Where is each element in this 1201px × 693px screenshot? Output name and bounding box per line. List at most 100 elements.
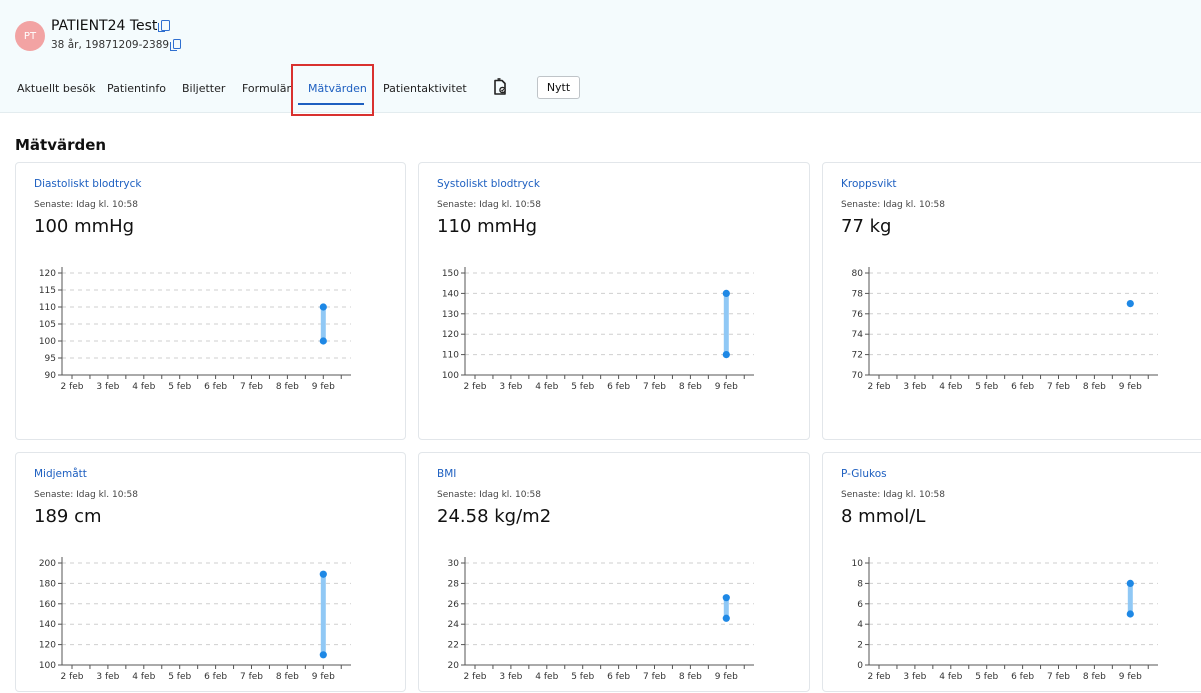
- y-tick-label: 110: [39, 303, 56, 313]
- x-tick-label: 4 feb: [535, 382, 558, 392]
- x-tick-label: 6 feb: [204, 382, 227, 392]
- measurement-card-waist: Midjemått Senaste: Idag kl. 10:58 189 cm…: [15, 452, 406, 692]
- x-tick-label: 3 feb: [903, 382, 926, 392]
- y-tick-label: 140: [39, 620, 56, 630]
- y-tick-label: 30: [448, 559, 460, 569]
- measurement-card-bmi: BMI Senaste: Idag kl. 10:58 24.58 kg/m2 …: [418, 452, 810, 692]
- data-point: [319, 651, 327, 659]
- y-tick-label: 180: [39, 579, 56, 589]
- x-tick-label: 3 feb: [499, 382, 522, 392]
- y-tick-label: 115: [39, 286, 56, 296]
- measurement-card-systolic: Systoliskt blodtryck Senaste: Idag kl. 1…: [418, 162, 810, 440]
- y-tick-label: 20: [448, 661, 460, 671]
- x-tick-label: 9 feb: [715, 382, 738, 392]
- data-point: [1126, 579, 1134, 587]
- y-tick-label: 95: [45, 354, 56, 364]
- y-tick-label: 120: [39, 269, 56, 279]
- page-title: Mätvärden: [15, 136, 107, 154]
- y-tick-label: 10: [852, 559, 864, 569]
- data-point: [319, 570, 327, 578]
- x-tick-label: 9 feb: [1119, 382, 1142, 392]
- y-tick-label: 8: [857, 579, 863, 589]
- tab-patientinfo[interactable]: Patientinfo: [107, 82, 166, 95]
- y-tick-label: 28: [448, 579, 460, 589]
- measurement-chart: 90 95 100 105 110 115 120 2 feb 3 feb 4 feb 5 feb 6…: [39, 267, 351, 392]
- x-tick-label: 9 feb: [312, 382, 335, 392]
- x-tick-label: 7 feb: [643, 382, 666, 392]
- x-tick-label: 8 feb: [1083, 382, 1106, 392]
- measurement-chart: 2022242628302 feb 3 feb 4 feb 5 feb 6 feb 7 f…: [448, 557, 754, 682]
- y-tick-label: 150: [442, 269, 459, 279]
- x-tick-label: 2 feb: [60, 382, 83, 392]
- data-point: [319, 337, 327, 345]
- y-tick-label: 22: [448, 641, 459, 651]
- x-tick-label: 7 feb: [1047, 382, 1070, 392]
- copy-icon[interactable]: [158, 20, 171, 32]
- y-tick-label: 100: [39, 337, 56, 347]
- x-tick-label: 8 feb: [679, 382, 702, 392]
- y-tick-label: 80: [852, 269, 864, 279]
- x-tick-label: 2 feb: [867, 382, 890, 392]
- y-tick-label: 140: [442, 289, 459, 299]
- y-tick-label: 6: [857, 600, 863, 610]
- tab-aktuellt-besok[interactable]: Aktuellt besök: [17, 82, 95, 95]
- measurement-card-diastolic: Diastoliskt blodtryck Senaste: Idag kl. …: [15, 162, 406, 440]
- tab-patientaktivitet[interactable]: Patientaktivitet: [383, 82, 467, 95]
- x-tick-label: 5 feb: [975, 382, 998, 392]
- y-tick-label: 160: [39, 600, 56, 610]
- y-tick-label: 72: [852, 351, 863, 361]
- y-tick-label: 24: [448, 620, 460, 630]
- measurement-card-weight: Kroppsvikt Senaste: Idag kl. 10:58 77 kg…: [822, 162, 1201, 440]
- y-tick-label: 100: [39, 661, 56, 671]
- highlight-frame: [291, 64, 374, 116]
- y-tick-label: 120: [442, 330, 459, 340]
- y-tick-label: 76: [852, 310, 864, 320]
- y-tick-label: 120: [39, 641, 56, 651]
- data-point: [1126, 610, 1134, 618]
- measurement-chart: 100 110 120 130 140 150 2 feb 3 feb 4 feb 5 feb 6 …: [442, 267, 754, 392]
- y-tick-label: 200: [39, 559, 56, 569]
- data-point: [722, 351, 730, 359]
- data-point: [722, 594, 730, 602]
- x-tick-label: 6 feb: [1011, 382, 1034, 392]
- avatar: PT: [15, 21, 45, 51]
- patient-name-row: PATIENT24 Test: [51, 18, 171, 34]
- measurement-chart: 70 72 74 76 78 80 2 feb 3 feb 4 feb 5 feb 6 feb 7 f…: [852, 267, 1158, 392]
- y-tick-label: 4: [857, 620, 863, 630]
- y-tick-label: 110: [442, 351, 459, 361]
- data-point: [722, 614, 730, 622]
- y-tick-label: 2: [857, 641, 863, 651]
- y-tick-label: 100: [442, 371, 459, 381]
- x-tick-label: 8 feb: [276, 382, 299, 392]
- tab-formular[interactable]: Formulär: [242, 82, 291, 95]
- y-tick-label: 26: [448, 600, 460, 610]
- tab-bar: Aktuellt besök Patientinfo Biljetter For…: [0, 66, 1201, 112]
- x-tick-label: 4 feb: [939, 382, 962, 392]
- x-tick-label: 2 feb: [463, 382, 486, 392]
- data-point: [319, 303, 327, 311]
- x-tick-label: 6 feb: [607, 382, 630, 392]
- measurement-card-glucose: P-Glukos Senaste: Idag kl. 10:58 8 mmol/…: [822, 452, 1201, 692]
- data-point: [722, 289, 730, 297]
- x-tick-label: 5 feb: [571, 382, 594, 392]
- measurement-chart: 02468102 feb 3 feb 4 feb 5 feb 6 feb 7 feb 8 f…: [852, 557, 1158, 682]
- patient-meta-row: 38 år, 19871209-2389: [51, 39, 182, 51]
- x-tick-label: 7 feb: [240, 382, 263, 392]
- y-tick-label: 78: [852, 289, 864, 299]
- x-tick-label: 5 feb: [168, 382, 191, 392]
- x-tick-label: 3 feb: [96, 382, 119, 392]
- x-tick-label: 4 feb: [132, 382, 155, 392]
- copy-icon[interactable]: [170, 39, 182, 51]
- patient-age-id: 38 år, 19871209-2389: [51, 39, 170, 51]
- clipboard-document-icon[interactable]: [492, 78, 508, 96]
- data-point: [1126, 300, 1134, 308]
- measurement-chart: 1001201401601802002 feb 3 feb 4 feb 5 feb 6 …: [39, 557, 351, 682]
- y-tick-label: 105: [39, 320, 56, 330]
- y-tick-label: 90: [45, 371, 57, 381]
- y-tick-label: 70: [852, 371, 864, 381]
- y-tick-label: 130: [442, 310, 459, 320]
- new-button[interactable]: Nytt: [537, 76, 580, 99]
- tab-biljetter[interactable]: Biljetter: [182, 82, 225, 95]
- y-tick-label: 74: [852, 330, 864, 340]
- y-tick-label: 0: [857, 661, 863, 671]
